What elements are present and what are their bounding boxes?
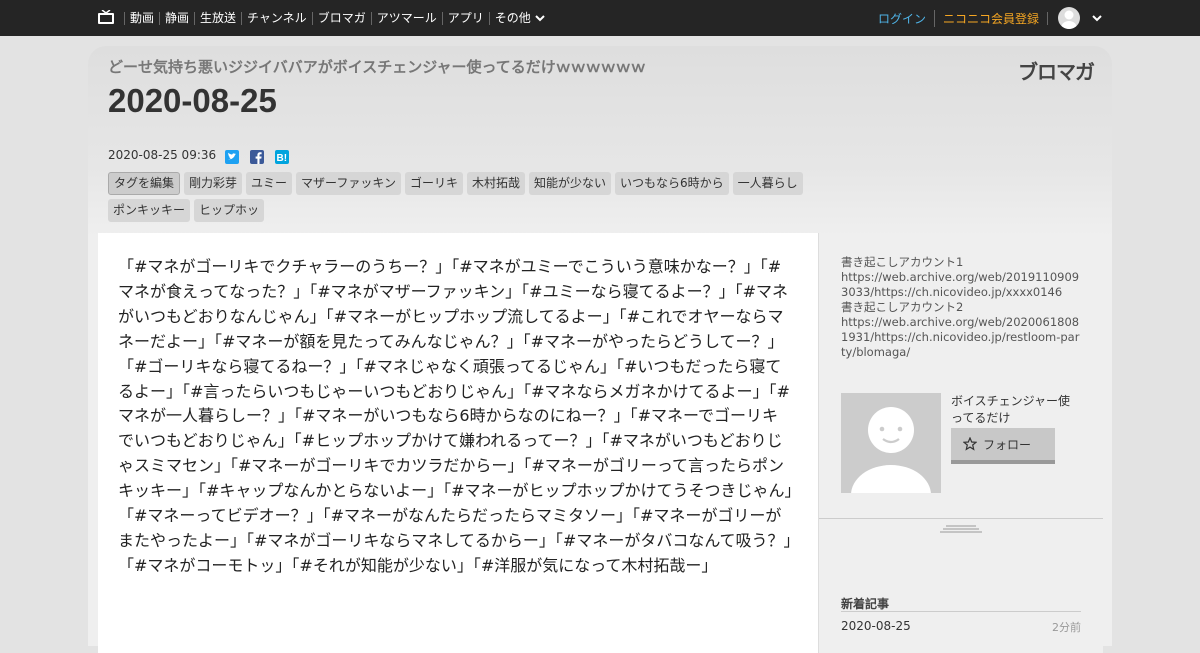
divider <box>841 611 1081 612</box>
nav-more-menu[interactable]: その他 <box>488 10 550 25</box>
nav-item-live[interactable]: 生放送 <box>194 11 241 25</box>
profile-image[interactable] <box>841 393 941 493</box>
register-link[interactable]: ニコニコ会員登録 <box>933 9 1047 27</box>
blog-article-card: どーせ気持ち悪いジジイババアがボイスチェンジャー使ってるだけｗｗｗｗｗｗ ブロマ… <box>88 46 1112 653</box>
follow-label: フォロー <box>983 437 1032 452</box>
resize-grip-icon[interactable] <box>940 525 982 533</box>
new-article-link[interactable]: 2020-08-25 <box>841 619 911 633</box>
sidebar-divider <box>819 518 1103 519</box>
user-avatar-icon <box>851 407 931 493</box>
blomaga-logo[interactable]: ブロマガ <box>1018 56 1095 85</box>
chevron-down-icon <box>535 15 545 22</box>
facebook-icon[interactable] <box>250 150 264 164</box>
nav-list: 動画 静画 生放送 チャンネル ブロマガ アツマール アプリ その他 <box>124 0 550 36</box>
nav-item-blomaga[interactable]: ブロマガ <box>311 11 371 25</box>
tag-item[interactable]: 一人暮らし <box>732 172 803 195</box>
follow-button[interactable]: フォロー <box>951 428 1055 464</box>
tag-item[interactable]: 木村拓哉 <box>466 172 525 195</box>
chevron-down-icon[interactable] <box>1090 11 1104 25</box>
new-article-time: 2分前 <box>1052 621 1081 634</box>
login-link[interactable]: ログイン <box>870 10 934 27</box>
tag-item[interactable]: 剛力彩芽 <box>184 172 243 195</box>
tag-item[interactable]: いつもなら6時から <box>615 172 729 195</box>
share-buttons: B! <box>225 150 289 164</box>
nav-item-douga[interactable]: 動画 <box>124 11 159 25</box>
nav-item-app[interactable]: アプリ <box>441 11 489 25</box>
tv-icon[interactable] <box>98 10 114 24</box>
hatena-bookmark-icon[interactable]: B! <box>275 150 289 164</box>
tag-item[interactable]: マザーファッキン <box>296 172 401 195</box>
tag-list: タグを編集 剛力彩芽 ユミー マザーファッキン ゴーリキ 木村拓哉 知能が少ない… <box>108 172 848 222</box>
twitter-icon[interactable] <box>225 150 239 164</box>
nav-item-channel[interactable]: チャンネル <box>241 11 312 25</box>
user-avatar-icon[interactable] <box>1058 7 1080 29</box>
nav-more-label: その他 <box>494 10 531 25</box>
tag-item[interactable]: 知能が少ない <box>529 172 612 195</box>
new-articles-heading: 新着記事 <box>841 597 890 611</box>
nav-item-seiga[interactable]: 静画 <box>159 11 194 25</box>
edit-tags-button[interactable]: タグを編集 <box>108 172 181 195</box>
sidebar: 書き起こしアカウント1 https://web.archive.org/web/… <box>818 233 1103 653</box>
divider <box>1047 11 1048 25</box>
article-title: 2020-08-25 <box>108 82 277 119</box>
tag-item[interactable]: ヒップホッ <box>194 199 265 222</box>
svg-text:B!: B! <box>277 153 288 164</box>
article-body: 「#マネがゴーリキでクチャラーのうちー？」「#マネがユミーでこういう意味かなー？… <box>98 233 818 653</box>
user-nav: ログイン ニコニコ会員登録 <box>870 0 1200 36</box>
external-links[interactable]: 書き起こしアカウント1 https://web.archive.org/web/… <box>841 255 1081 360</box>
profile-name[interactable]: ボイスチェンジャー使ってるだけ <box>951 393 1081 427</box>
article-text: 「#マネがゴーリキでクチャラーのうちー？」「#マネがユミーでこういう意味かなー？… <box>118 257 793 575</box>
blog-name[interactable]: どーせ気持ち悪いジジイババアがボイスチェンジャー使ってるだけｗｗｗｗｗｗ <box>108 56 646 77</box>
tag-item[interactable]: ポンキッキー <box>108 199 191 222</box>
tag-item[interactable]: ゴーリキ <box>404 172 463 195</box>
nav-item-atsumaru[interactable]: アツマール <box>370 11 442 25</box>
tag-item[interactable]: ユミー <box>246 172 293 195</box>
global-nav: 動画 静画 生放送 チャンネル ブロマガ アツマール アプリ その他 ログイン … <box>0 0 1200 36</box>
article-datetime: 2020-08-25 09:36 <box>108 148 217 162</box>
star-icon <box>963 437 977 451</box>
